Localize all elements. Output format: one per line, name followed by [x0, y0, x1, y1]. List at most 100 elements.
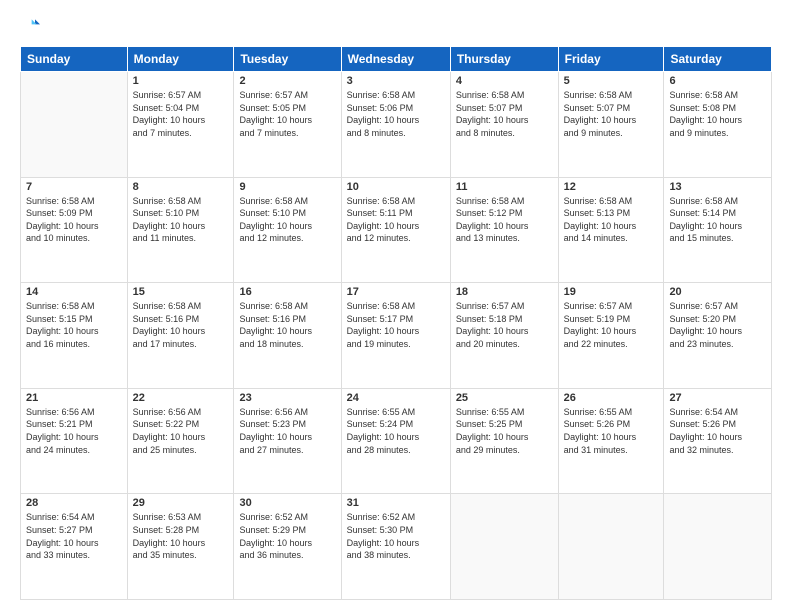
- day-cell: [21, 72, 128, 178]
- day-info: Sunrise: 6:55 AM Sunset: 5:25 PM Dayligh…: [456, 406, 553, 456]
- day-number: 16: [239, 286, 335, 298]
- day-number: 19: [564, 286, 659, 298]
- day-info: Sunrise: 6:57 AM Sunset: 5:20 PM Dayligh…: [669, 300, 766, 350]
- header-cell-friday: Friday: [558, 47, 664, 72]
- day-cell: [558, 494, 664, 600]
- day-info: Sunrise: 6:53 AM Sunset: 5:28 PM Dayligh…: [133, 511, 229, 561]
- day-cell: 6 Sunrise: 6:58 AM Sunset: 5:08 PM Daylig…: [664, 72, 772, 178]
- day-cell: 14 Sunrise: 6:58 AM Sunset: 5:15 PM Dayli…: [21, 283, 128, 389]
- day-number: 10: [347, 181, 445, 193]
- day-cell: [450, 494, 558, 600]
- day-info: Sunrise: 6:58 AM Sunset: 5:17 PM Dayligh…: [347, 300, 445, 350]
- day-info: Sunrise: 6:56 AM Sunset: 5:22 PM Dayligh…: [133, 406, 229, 456]
- day-info: Sunrise: 6:55 AM Sunset: 5:26 PM Dayligh…: [564, 406, 659, 456]
- day-number: 24: [347, 392, 445, 404]
- day-info: Sunrise: 6:58 AM Sunset: 5:12 PM Dayligh…: [456, 195, 553, 245]
- day-number: 8: [133, 181, 229, 193]
- day-number: 1: [133, 75, 229, 87]
- logo: [20, 16, 44, 36]
- logo-text: [20, 16, 44, 36]
- day-number: 22: [133, 392, 229, 404]
- day-cell: 4 Sunrise: 6:58 AM Sunset: 5:07 PM Daylig…: [450, 72, 558, 178]
- day-number: 20: [669, 286, 766, 298]
- day-cell: 2Sunrise: 6:57 AM Sunset: 5:05 PM Daylig…: [234, 72, 341, 178]
- day-number: 26: [564, 392, 659, 404]
- day-cell: 27Sunrise: 6:54 AM Sunset: 5:26 PM Dayli…: [664, 388, 772, 494]
- day-number: 11: [456, 181, 553, 193]
- week-row-5: 28 Sunrise: 6:54 AM Sunset: 5:27 PM Dayli…: [21, 494, 772, 600]
- day-cell: 12 Sunrise: 6:58 AM Sunset: 5:13 PM Dayli…: [558, 177, 664, 283]
- day-number: 4: [456, 75, 553, 87]
- header-cell-monday: Monday: [127, 47, 234, 72]
- day-info: Sunrise: 6:58 AM Sunset: 5:14 PM Dayligh…: [669, 195, 766, 245]
- day-cell: [664, 494, 772, 600]
- day-cell: 28 Sunrise: 6:54 AM Sunset: 5:27 PM Dayli…: [21, 494, 128, 600]
- day-number: 6: [669, 75, 766, 87]
- day-number: 21: [26, 392, 122, 404]
- day-info: Sunrise: 6:57 AM Sunset: 5:04 PM Dayligh…: [133, 89, 229, 139]
- calendar-table: SundayMondayTuesdayWednesdayThursdayFrid…: [20, 46, 772, 600]
- header-cell-thursday: Thursday: [450, 47, 558, 72]
- day-cell: 29 Sunrise: 6:53 AM Sunset: 5:28 PM Dayli…: [127, 494, 234, 600]
- day-number: 5: [564, 75, 659, 87]
- day-info: Sunrise: 6:57 AM Sunset: 5:19 PM Dayligh…: [564, 300, 659, 350]
- logo-icon: [20, 16, 40, 36]
- day-cell: 9 Sunrise: 6:58 AM Sunset: 5:10 PM Daylig…: [234, 177, 341, 283]
- day-cell: 8 Sunrise: 6:58 AM Sunset: 5:10 PM Daylig…: [127, 177, 234, 283]
- day-cell: 20 Sunrise: 6:57 AM Sunset: 5:20 PM Dayli…: [664, 283, 772, 389]
- day-number: 31: [347, 497, 445, 509]
- day-number: 30: [239, 497, 335, 509]
- day-info: Sunrise: 6:57 AM Sunset: 5:18 PM Dayligh…: [456, 300, 553, 350]
- day-cell: 5Sunrise: 6:58 AM Sunset: 5:07 PM Daylig…: [558, 72, 664, 178]
- day-number: 7: [26, 181, 122, 193]
- day-info: Sunrise: 6:55 AM Sunset: 5:24 PM Dayligh…: [347, 406, 445, 456]
- day-info: Sunrise: 6:54 AM Sunset: 5:27 PM Dayligh…: [26, 511, 122, 561]
- day-number: 18: [456, 286, 553, 298]
- day-cell: 11 Sunrise: 6:58 AM Sunset: 5:12 PM Dayli…: [450, 177, 558, 283]
- week-row-1: 1 Sunrise: 6:57 AM Sunset: 5:04 PM Daylig…: [21, 72, 772, 178]
- day-cell: 15Sunrise: 6:58 AM Sunset: 5:16 PM Dayli…: [127, 283, 234, 389]
- day-cell: 22 Sunrise: 6:56 AM Sunset: 5:22 PM Dayli…: [127, 388, 234, 494]
- day-number: 23: [239, 392, 335, 404]
- day-info: Sunrise: 6:58 AM Sunset: 5:06 PM Dayligh…: [347, 89, 445, 139]
- day-number: 25: [456, 392, 553, 404]
- header-cell-sunday: Sunday: [21, 47, 128, 72]
- day-info: Sunrise: 6:58 AM Sunset: 5:13 PM Dayligh…: [564, 195, 659, 245]
- day-cell: 17 Sunrise: 6:58 AM Sunset: 5:17 PM Dayli…: [341, 283, 450, 389]
- day-number: 9: [239, 181, 335, 193]
- day-info: Sunrise: 6:58 AM Sunset: 5:08 PM Dayligh…: [669, 89, 766, 139]
- day-info: Sunrise: 6:58 AM Sunset: 5:10 PM Dayligh…: [133, 195, 229, 245]
- day-number: 13: [669, 181, 766, 193]
- day-number: 12: [564, 181, 659, 193]
- day-info: Sunrise: 6:57 AM Sunset: 5:05 PM Dayligh…: [239, 89, 335, 139]
- day-info: Sunrise: 6:58 AM Sunset: 5:11 PM Dayligh…: [347, 195, 445, 245]
- day-cell: 26 Sunrise: 6:55 AM Sunset: 5:26 PM Dayli…: [558, 388, 664, 494]
- day-info: Sunrise: 6:58 AM Sunset: 5:10 PM Dayligh…: [239, 195, 335, 245]
- day-number: 28: [26, 497, 122, 509]
- header: [20, 16, 772, 36]
- header-cell-tuesday: Tuesday: [234, 47, 341, 72]
- day-number: 14: [26, 286, 122, 298]
- week-row-3: 14 Sunrise: 6:58 AM Sunset: 5:15 PM Dayli…: [21, 283, 772, 389]
- day-cell: 24 Sunrise: 6:55 AM Sunset: 5:24 PM Dayli…: [341, 388, 450, 494]
- day-number: 3: [347, 75, 445, 87]
- day-number: 29: [133, 497, 229, 509]
- day-cell: 30Sunrise: 6:52 AM Sunset: 5:29 PM Dayli…: [234, 494, 341, 600]
- day-info: Sunrise: 6:58 AM Sunset: 5:16 PM Dayligh…: [239, 300, 335, 350]
- day-number: 17: [347, 286, 445, 298]
- day-cell: 21 Sunrise: 6:56 AM Sunset: 5:21 PM Dayli…: [21, 388, 128, 494]
- day-info: Sunrise: 6:58 AM Sunset: 5:07 PM Dayligh…: [456, 89, 553, 139]
- day-cell: 1 Sunrise: 6:57 AM Sunset: 5:04 PM Daylig…: [127, 72, 234, 178]
- day-info: Sunrise: 6:52 AM Sunset: 5:30 PM Dayligh…: [347, 511, 445, 561]
- header-cell-wednesday: Wednesday: [341, 47, 450, 72]
- day-cell: 25 Sunrise: 6:55 AM Sunset: 5:25 PM Dayli…: [450, 388, 558, 494]
- day-cell: 23Sunrise: 6:56 AM Sunset: 5:23 PM Dayli…: [234, 388, 341, 494]
- day-cell: 19 Sunrise: 6:57 AM Sunset: 5:19 PM Dayli…: [558, 283, 664, 389]
- day-info: Sunrise: 6:56 AM Sunset: 5:21 PM Dayligh…: [26, 406, 122, 456]
- day-info: Sunrise: 6:58 AM Sunset: 5:09 PM Dayligh…: [26, 195, 122, 245]
- day-cell: 16 Sunrise: 6:58 AM Sunset: 5:16 PM Dayli…: [234, 283, 341, 389]
- day-cell: 18 Sunrise: 6:57 AM Sunset: 5:18 PM Dayli…: [450, 283, 558, 389]
- header-row: SundayMondayTuesdayWednesdayThursdayFrid…: [21, 47, 772, 72]
- day-info: Sunrise: 6:58 AM Sunset: 5:15 PM Dayligh…: [26, 300, 122, 350]
- day-cell: 13 Sunrise: 6:58 AM Sunset: 5:14 PM Dayli…: [664, 177, 772, 283]
